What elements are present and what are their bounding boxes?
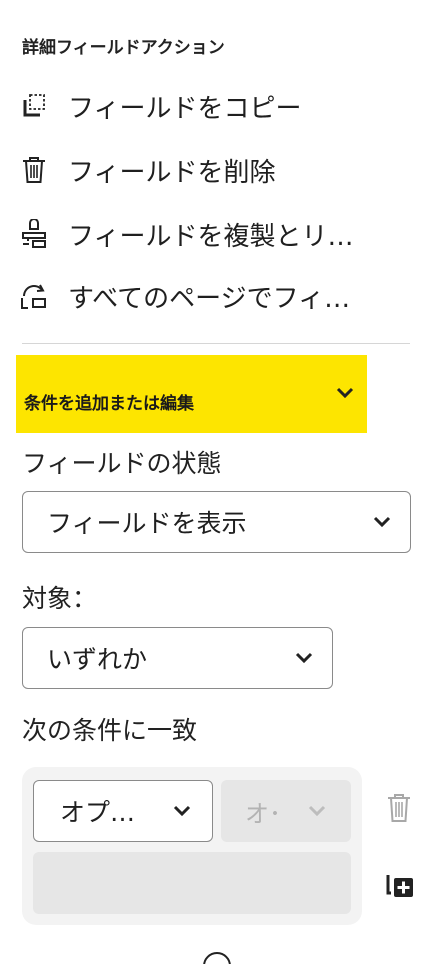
copy-field-label: フィールドをコピー [68,93,302,124]
chevron-down-icon [172,804,192,818]
copy-field-action[interactable]: フィールドをコピー [18,86,301,126]
all-pages-field-action[interactable]: すべてのページでフィ… [18,276,350,316]
duplicate-field-label: フィールドを複製とリ… [68,221,354,252]
chevron-down-icon [335,385,355,404]
rule-operator-value: オ･ [245,799,281,828]
field-state-value: フィールドを表示 [47,509,247,538]
rule-value-input [33,852,351,914]
copy-icon [18,90,50,122]
delete-field-label: フィールドを削除 [68,157,276,188]
field-state-label: フィールドの状態 [22,449,222,478]
rule-operator-select: オ･ [221,780,351,842]
advanced-field-actions-heading: 詳細フィールドアクション [22,38,225,58]
add-edit-conditions-label: 条件を追加または編集 [24,393,194,414]
rule-field-value: オプ… [60,798,136,827]
trash-icon [18,154,50,186]
target-select[interactable]: いずれか [22,627,333,689]
field-state-select[interactable]: フィールドを表示 [22,491,411,553]
add-condition-icon[interactable] [384,868,416,900]
rule-field-select[interactable]: オプ… [33,780,213,842]
target-value: いずれか [47,645,148,674]
target-label: 対象： [22,584,98,613]
all-pages-field-label: すべてのページでフィ… [68,283,351,314]
chevron-down-icon [307,804,327,818]
trash-icon[interactable] [383,791,415,825]
chevron-down-icon [372,515,392,529]
section-divider [22,343,410,344]
chevron-down-icon [294,651,314,665]
duplicate-stamp-icon [18,218,50,250]
duplicate-field-action[interactable]: フィールドを複製とリ… [18,214,353,254]
conditions-panel: 詳細フィールドアクション フィールドをコピー フィールドを削除 フィールドを複製… [0,0,435,964]
add-edit-conditions-header[interactable]: 条件を追加または編集 [16,355,367,433]
all-pages-sync-icon [18,280,50,312]
help-icon[interactable] [203,952,231,964]
delete-field-action[interactable]: フィールドを削除 [18,150,275,190]
match-conditions-label: 次の条件に一致 [22,716,198,745]
